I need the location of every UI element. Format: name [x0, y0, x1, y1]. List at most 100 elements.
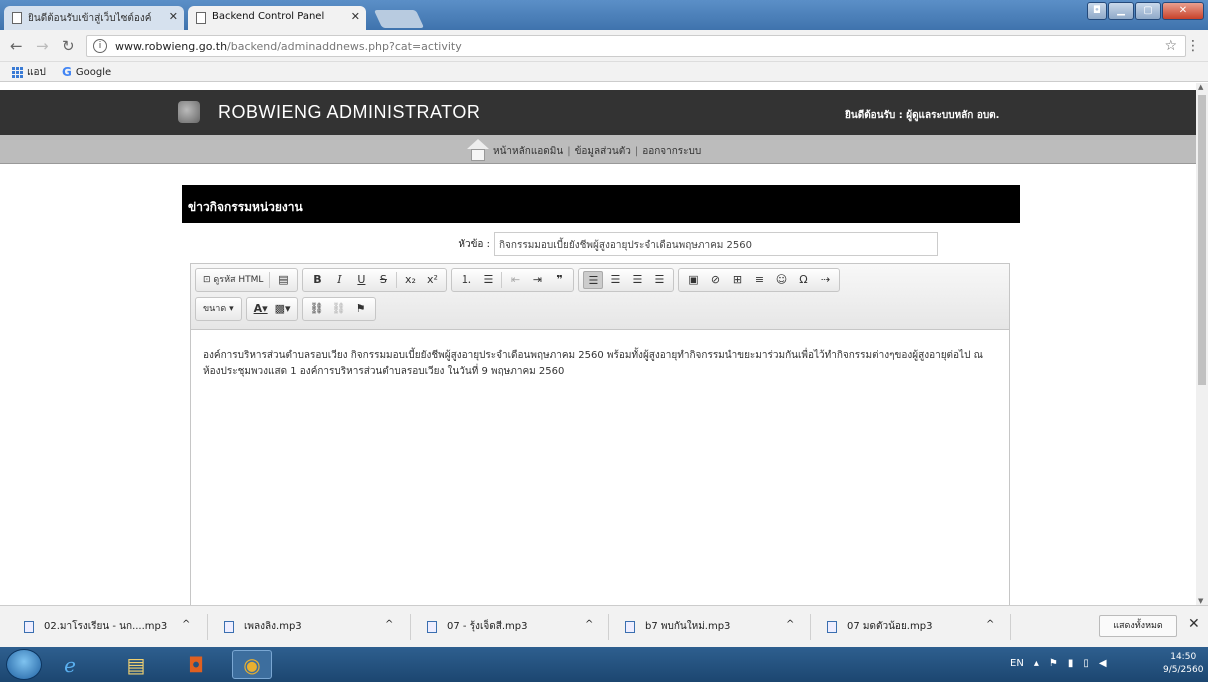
- download-item[interactable]: เพลงลิง.mp3: [224, 619, 302, 634]
- scroll-up-icon[interactable]: ▲: [1198, 83, 1203, 91]
- chevron-up-icon[interactable]: ^: [385, 619, 393, 630]
- bookmark-google[interactable]: G Google: [62, 65, 111, 79]
- source-button[interactable]: ⊡ ดูรหัส HTML: [200, 271, 266, 289]
- subject-input[interactable]: กิจกรรมมอบเบี้ยยังชีพผู้สูงอายุประจำเดือ…: [494, 232, 938, 256]
- underline-icon[interactable]: U: [351, 271, 371, 289]
- close-icon[interactable]: ✕: [1188, 616, 1200, 632]
- subscript-icon[interactable]: x₂: [400, 271, 420, 289]
- file-explorer-icon[interactable]: ▤: [116, 650, 156, 679]
- smiley-icon[interactable]: ☺: [771, 271, 791, 289]
- url-text: www.robwieng.go.th/backend/adminaddnews.…: [115, 40, 462, 53]
- chevron-up-icon[interactable]: ^: [585, 619, 593, 630]
- scroll-thumb[interactable]: [1198, 95, 1206, 385]
- flag-icon[interactable]: ⚑: [1049, 658, 1058, 669]
- background-color-icon[interactable]: ▩▾: [273, 300, 293, 318]
- align-center-icon[interactable]: ☰: [605, 271, 625, 289]
- tab-title: ยินดีต้อนรับเข้าสู่เว็บไซต์องค์: [28, 13, 152, 24]
- text-color-icon[interactable]: A▾: [251, 300, 271, 318]
- system-clock[interactable]: 14:50 9/5/2560: [1163, 651, 1203, 677]
- browser-tab-backend[interactable]: Backend Control Panel ✕: [188, 6, 366, 30]
- close-window-button[interactable]: ✕: [1162, 2, 1204, 20]
- apps-grid-icon: [12, 67, 23, 78]
- font-size-dropdown[interactable]: ขนาด ▾: [200, 300, 237, 318]
- address-bar[interactable]: i www.robwieng.go.th/backend/adminaddnew…: [86, 35, 1186, 57]
- document-icon[interactable]: ▤: [273, 271, 293, 289]
- page-icon: [196, 12, 206, 24]
- browser-menu-icon[interactable]: ⋮: [1186, 38, 1200, 54]
- download-item[interactable]: 07 มดตัวน้อย.mp3: [827, 619, 932, 634]
- numbered-list-icon[interactable]: ⒈: [456, 271, 476, 289]
- italic-icon[interactable]: I: [329, 271, 349, 289]
- superscript-icon[interactable]: x²: [422, 271, 442, 289]
- tab-title: Backend Control Panel: [212, 11, 325, 22]
- language-indicator[interactable]: EN: [1010, 658, 1024, 669]
- chevron-up-icon[interactable]: ^: [182, 619, 190, 630]
- browser-toolbar: ← → ↻ i www.robwieng.go.th/backend/admin…: [0, 30, 1208, 62]
- download-item[interactable]: b7 พบกันใหม่.mp3: [625, 619, 730, 634]
- browser-titlebar: ยินดีต้อนรับเข้าสู่เว็บไซต์องค์ ✕ Backen…: [0, 0, 1208, 30]
- windows-start-icon[interactable]: [6, 649, 42, 680]
- chevron-up-icon[interactable]: ^: [786, 619, 794, 630]
- audio-file-icon: [427, 620, 437, 633]
- download-item[interactable]: 02.มาโรงเรียน - นก....mp3: [24, 619, 167, 634]
- window-controls: ◘ ▁ ▢ ✕: [1087, 2, 1204, 20]
- unlink-icon[interactable]: ⛓: [329, 300, 349, 318]
- special-char-icon[interactable]: Ω: [793, 271, 813, 289]
- power-icon[interactable]: ▯: [1083, 658, 1089, 669]
- windows-taskbar: e ▤ ◘ ◉ EN ▴ ⚑ ▮ ▯ ◀ 14:50 9/5/2560: [0, 647, 1208, 682]
- new-tab-button[interactable]: [373, 10, 425, 28]
- page-scrollbar[interactable]: ▲ ▼: [1196, 83, 1208, 605]
- subject-label: หัวข้อ :: [458, 239, 490, 250]
- bold-icon[interactable]: B: [307, 271, 327, 289]
- scroll-down-icon[interactable]: ▼: [1198, 597, 1203, 605]
- user-icon[interactable]: ◘: [1087, 2, 1107, 20]
- chrome-icon[interactable]: ◉: [232, 650, 272, 679]
- system-tray: EN ▴ ⚑ ▮ ▯ ◀: [1010, 658, 1107, 669]
- info-icon[interactable]: i: [93, 39, 107, 53]
- home-icon[interactable]: [467, 139, 489, 161]
- editor-toolbar: ⊡ ดูรหัส HTML ▤ B I U S x₂ x² ⒈ ☰ ⇤ ⇥ ❞ …: [191, 264, 1009, 330]
- browser-tab-welcome[interactable]: ยินดีต้อนรับเข้าสู่เว็บไซต์องค์ ✕: [4, 6, 184, 30]
- maximize-button[interactable]: ▢: [1135, 2, 1161, 20]
- show-all-downloads-button[interactable]: แสดงทั้งหมด: [1099, 615, 1177, 637]
- news-form-panel: ข่าวกิจกรรมหน่วยงาน หัวข้อ : กิจกรรมมอบเ…: [182, 185, 1020, 605]
- bullet-list-icon[interactable]: ☰: [478, 271, 498, 289]
- flash-icon[interactable]: ⊘: [705, 271, 725, 289]
- bookmark-apps[interactable]: แอป: [12, 65, 46, 80]
- reload-icon[interactable]: ↻: [62, 38, 75, 54]
- site-header: ROBWIENG ADMINISTRATOR ยินดีต้อนรับ : ผู…: [0, 90, 1196, 135]
- close-icon[interactable]: ✕: [169, 10, 178, 23]
- tray-expand-icon[interactable]: ▴: [1034, 658, 1039, 669]
- bookmark-star-icon[interactable]: ☆: [1164, 38, 1177, 54]
- back-arrow-icon[interactable]: ←: [10, 38, 23, 54]
- form-heading: ข่าวกิจกรรมหน่วยงาน: [182, 185, 1020, 223]
- justify-icon[interactable]: ☰: [649, 271, 669, 289]
- editor-content[interactable]: องค์การบริหารส่วนตำบลรอบเวียง กิจกรรมมอบ…: [191, 330, 1009, 398]
- download-item[interactable]: 07 - รุ้งเจ็ดสี.mp3: [427, 619, 527, 634]
- nav-profile[interactable]: ข้อมูลส่วนตัว: [575, 146, 631, 157]
- forward-arrow-icon[interactable]: →: [36, 38, 49, 54]
- blockquote-icon[interactable]: ❞: [549, 271, 569, 289]
- minimize-button[interactable]: ▁: [1108, 2, 1134, 20]
- strikethrough-icon[interactable]: S: [373, 271, 393, 289]
- nav-logout[interactable]: ออกจากระบบ: [642, 146, 701, 157]
- welcome-text: ยินดีต้อนรับ : ผู้ดูแลระบบหลัก อบต.: [845, 110, 1000, 121]
- downloads-bar: 02.มาโรงเรียน - นก....mp3 ^ เพลงลิง.mp3 …: [0, 605, 1208, 647]
- media-player-icon[interactable]: ◘: [176, 650, 216, 679]
- indent-icon[interactable]: ⇥: [527, 271, 547, 289]
- internet-explorer-icon[interactable]: e: [50, 650, 90, 679]
- close-icon[interactable]: ✕: [351, 10, 360, 23]
- table-icon[interactable]: ⊞: [727, 271, 747, 289]
- anchor-flag-icon[interactable]: ⚑: [351, 300, 371, 318]
- outdent-icon[interactable]: ⇤: [505, 271, 525, 289]
- nav-admin-home[interactable]: หน้าหลักแอดมิน: [493, 146, 563, 157]
- volume-icon[interactable]: ◀: [1099, 658, 1107, 669]
- align-left-icon[interactable]: ☰: [583, 271, 604, 289]
- link-icon[interactable]: ⛓: [307, 300, 327, 318]
- image-icon[interactable]: ▣: [683, 271, 703, 289]
- horizontal-rule-icon[interactable]: ≡: [749, 271, 769, 289]
- align-right-icon[interactable]: ☰: [627, 271, 647, 289]
- page-break-icon[interactable]: ⇢: [815, 271, 835, 289]
- chevron-up-icon[interactable]: ^: [986, 619, 994, 630]
- network-icon[interactable]: ▮: [1068, 658, 1074, 669]
